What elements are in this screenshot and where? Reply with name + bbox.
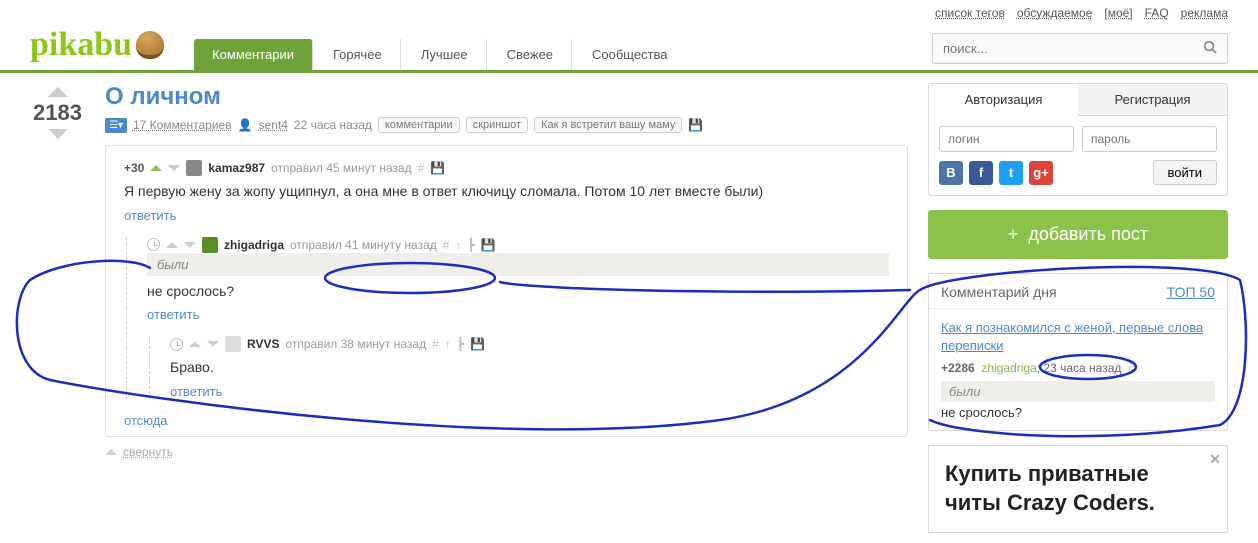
comment-author[interactable]: RVVS bbox=[247, 337, 279, 351]
post-tag[interactable]: Как я встретил вашу маму bbox=[534, 117, 682, 133]
post-title[interactable]: О личном bbox=[105, 83, 908, 111]
reply-link[interactable]: ответить bbox=[124, 208, 176, 223]
cod-rating: +2286 bbox=[941, 361, 975, 375]
comment: zhigadriga отправил 41 минуту назад # ↑ … bbox=[126, 237, 889, 399]
avatar bbox=[202, 237, 218, 253]
source-link[interactable]: отсюда bbox=[124, 413, 889, 428]
comment-rating: +30 bbox=[124, 161, 144, 175]
site-logo[interactable]: pikabu bbox=[30, 26, 164, 70]
tab-register[interactable]: Регистрация bbox=[1078, 84, 1227, 116]
avatar bbox=[225, 336, 241, 352]
nav-hot[interactable]: Горячее bbox=[315, 39, 401, 70]
tab-login[interactable]: Авторизация bbox=[929, 84, 1078, 116]
nav-best[interactable]: Лучшее bbox=[403, 39, 487, 70]
comment-downvote-icon[interactable] bbox=[184, 242, 196, 248]
comment: RVVS отправил 38 минут назад # ↑ ┣ 💾 Бра… bbox=[149, 336, 889, 399]
tree-icon[interactable]: ┣ bbox=[467, 238, 474, 252]
comment-body: не срослось? bbox=[147, 282, 889, 302]
vk-icon[interactable]: B bbox=[939, 161, 963, 185]
collapse-link[interactable]: свернуть bbox=[105, 445, 908, 459]
avatar bbox=[186, 160, 202, 176]
parent-icon[interactable]: ↑ bbox=[445, 337, 451, 351]
post-tag[interactable]: скриншот bbox=[466, 117, 528, 133]
comment: +30 kamaz987 отправил 45 минут назад # 💾… bbox=[124, 160, 889, 223]
hash-icon[interactable]: # bbox=[1128, 361, 1135, 375]
comment-upvote-icon[interactable] bbox=[189, 341, 201, 347]
search-box bbox=[932, 33, 1228, 64]
nav-fresh[interactable]: Свежее bbox=[489, 39, 572, 70]
add-post-button[interactable]: + добавить пост bbox=[928, 210, 1228, 259]
cod-body: не срослось? bbox=[941, 405, 1215, 420]
top-link[interactable]: обсуждаемое bbox=[1017, 6, 1093, 20]
search-icon[interactable] bbox=[1193, 34, 1227, 63]
view-mode-icon[interactable]: ☰▾ bbox=[105, 118, 127, 133]
comment-time: отправил 45 минут назад bbox=[271, 161, 412, 175]
widget-title: Комментарий дня bbox=[941, 284, 1057, 300]
login-input[interactable] bbox=[939, 126, 1074, 152]
close-icon[interactable]: ✕ bbox=[1209, 450, 1221, 468]
comments-block: +30 kamaz987 отправил 45 минут назад # 💾… bbox=[105, 145, 908, 437]
top50-link[interactable]: ТОП 50 bbox=[1167, 284, 1215, 300]
cod-quote: были bbox=[941, 381, 1215, 402]
comments-count-link[interactable]: 17 Комментариев bbox=[133, 118, 232, 132]
comment-upvote-icon[interactable] bbox=[166, 242, 178, 248]
parent-icon[interactable]: ↑ bbox=[455, 238, 461, 252]
post-time: 22 часа назад bbox=[294, 118, 372, 132]
comment-time: отправил 38 минут назад bbox=[285, 337, 426, 351]
top-links: список тегов обсуждаемое [моё] FAQ рекла… bbox=[0, 0, 1258, 26]
google-plus-icon[interactable]: g+ bbox=[1029, 161, 1053, 185]
top-link[interactable]: FAQ bbox=[1145, 6, 1169, 20]
top-link[interactable]: [моё] bbox=[1104, 6, 1132, 20]
upvote-icon[interactable] bbox=[48, 87, 68, 97]
save-icon[interactable]: 💾 bbox=[470, 337, 485, 351]
post-score: 2183 bbox=[33, 100, 82, 126]
top-link[interactable]: реклама bbox=[1181, 6, 1228, 20]
logo-icon bbox=[136, 31, 164, 59]
nav-communities[interactable]: Сообщества bbox=[574, 39, 686, 70]
user-icon: 👤 bbox=[238, 118, 253, 132]
post-tag[interactable]: комментарии bbox=[378, 117, 460, 133]
comment-body: Я первую жену за жопу ущипнул, а она мне… bbox=[124, 182, 889, 202]
post-author[interactable]: sent4 bbox=[259, 118, 288, 132]
hash-icon[interactable]: # bbox=[443, 238, 450, 252]
comment-time: отправил 41 минуту назад bbox=[290, 238, 437, 252]
save-icon[interactable]: 💾 bbox=[481, 238, 496, 252]
cod-post-link[interactable]: Как я познакомился с женой, первые слова… bbox=[941, 319, 1215, 355]
downvote-icon[interactable] bbox=[48, 129, 68, 139]
comment-downvote-icon[interactable] bbox=[207, 341, 219, 347]
ad-banner[interactable]: ✕ Купить приватные читы Crazy Coders. bbox=[928, 445, 1228, 532]
clock-icon bbox=[147, 238, 160, 251]
hash-icon[interactable]: # bbox=[432, 337, 439, 351]
main-nav: Комментарии Горячее Лучшее Свежее Сообще… bbox=[194, 39, 902, 70]
comment-upvote-icon[interactable] bbox=[150, 165, 162, 171]
twitter-icon[interactable]: t bbox=[999, 161, 1023, 185]
cod-time: 23 часа назад bbox=[1043, 361, 1121, 375]
save-icon[interactable]: 💾 bbox=[688, 118, 703, 132]
comment-body: Браво. bbox=[170, 358, 889, 378]
reply-link[interactable]: ответить bbox=[170, 384, 222, 399]
comment-author[interactable]: zhigadriga bbox=[224, 238, 284, 252]
auth-widget: Авторизация Регистрация B f t g+ войти bbox=[928, 83, 1228, 196]
cod-author[interactable]: zhigadriga bbox=[981, 361, 1036, 375]
facebook-icon[interactable]: f bbox=[969, 161, 993, 185]
top-link[interactable]: список тегов bbox=[935, 6, 1005, 20]
reply-link[interactable]: ответить bbox=[147, 307, 199, 322]
plus-icon: + bbox=[1008, 224, 1019, 244]
comment-author[interactable]: kamaz987 bbox=[208, 161, 265, 175]
search-input[interactable] bbox=[933, 35, 1193, 62]
tree-icon[interactable]: ┣ bbox=[457, 337, 464, 351]
save-icon[interactable]: 💾 bbox=[430, 161, 445, 175]
clock-icon bbox=[170, 338, 183, 351]
login-button[interactable]: войти bbox=[1153, 160, 1217, 185]
nav-comments[interactable]: Комментарии bbox=[194, 39, 313, 70]
comment-quote: были bbox=[147, 253, 889, 276]
comment-of-day-widget: Комментарий дня ТОП 50 Как я познакомилс… bbox=[928, 273, 1228, 431]
comment-downvote-icon[interactable] bbox=[168, 165, 180, 171]
hash-icon[interactable]: # bbox=[418, 161, 425, 175]
chevron-up-icon bbox=[105, 449, 117, 455]
password-input[interactable] bbox=[1082, 126, 1217, 152]
